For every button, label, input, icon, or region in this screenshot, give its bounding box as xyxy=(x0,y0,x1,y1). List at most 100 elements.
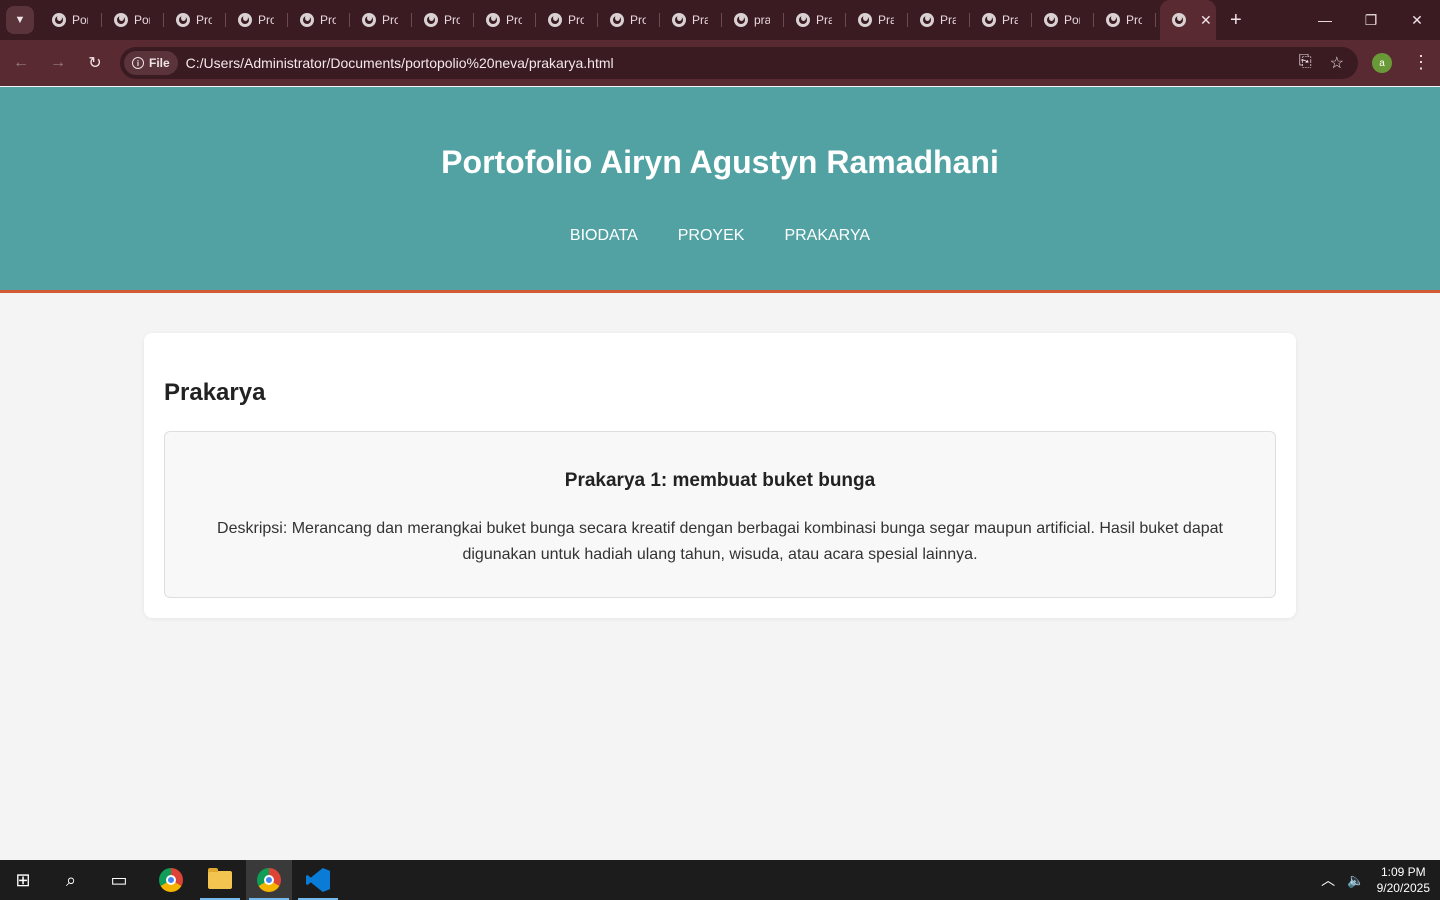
globe-icon xyxy=(858,13,872,27)
folder-icon xyxy=(208,868,232,889)
site-nav: BIODATA PROYEK PRAKARYA xyxy=(0,227,1440,245)
prakarya-item-card: Prakarya 1: membuat buket bunga Deskrips… xyxy=(164,431,1276,598)
nav-link-prakarya[interactable]: PRAKARYA xyxy=(784,227,870,245)
globe-icon xyxy=(300,13,314,27)
forward-arrow-icon[interactable]: → xyxy=(42,47,74,79)
tab-label: Pra xyxy=(940,13,956,27)
globe-icon xyxy=(1044,13,1058,27)
tab-label: Pro xyxy=(444,13,460,27)
browser-tab[interactable]: Pra xyxy=(846,0,908,40)
browser-tab[interactable]: Por xyxy=(102,0,164,40)
browser-tab[interactable]: Por xyxy=(1032,0,1094,40)
browser-tab[interactable]: Pra xyxy=(970,0,1032,40)
globe-icon xyxy=(610,13,624,27)
site-header: Portofolio Airyn Agustyn Ramadhani BIODA… xyxy=(0,87,1440,293)
browser-tab[interactable]: Pro xyxy=(1094,0,1156,40)
globe-icon xyxy=(52,13,66,27)
globe-icon xyxy=(1106,13,1120,27)
nav-link-proyek[interactable]: PROYEK xyxy=(678,227,745,245)
browser-tab[interactable]: Pro xyxy=(164,0,226,40)
start-button[interactable]: ⊞ xyxy=(0,860,46,900)
tab-search-button[interactable]: ▼ xyxy=(6,6,34,34)
site-info-chip[interactable]: i File xyxy=(124,51,178,75)
browser-tab[interactable]: Pro xyxy=(474,0,536,40)
browser-tab[interactable]: Pro xyxy=(536,0,598,40)
site-info-label: File xyxy=(149,56,170,70)
close-tab-icon[interactable]: ✕ xyxy=(1200,12,1212,29)
tab-label: Por xyxy=(134,13,150,27)
browser-tab[interactable]: Pro xyxy=(350,0,412,40)
tab-label: pra xyxy=(754,13,770,27)
globe-icon xyxy=(672,13,686,27)
tab-label: Pra xyxy=(878,13,894,27)
address-bar-actions: ⎘ ☆ xyxy=(1299,53,1344,73)
section-title: Prakarya xyxy=(164,379,266,406)
profile-avatar[interactable]: a xyxy=(1372,53,1392,73)
browser-tab-active[interactable]: ✕ xyxy=(1160,0,1216,40)
vscode-icon xyxy=(306,868,330,892)
browser-tab[interactable]: Por xyxy=(40,0,102,40)
browser-tab[interactable]: Pra xyxy=(784,0,846,40)
close-window-icon[interactable]: ✕ xyxy=(1394,0,1440,40)
window-controls: — ❐ ✕ xyxy=(1302,0,1440,40)
globe-icon xyxy=(1172,13,1186,27)
search-icon: ⌕ xyxy=(65,869,77,890)
back-arrow-icon[interactable]: ← xyxy=(5,47,37,79)
tab-label: Por xyxy=(1064,13,1080,27)
tab-label: Pra xyxy=(1002,13,1018,27)
browser-tab[interactable]: Pro xyxy=(412,0,474,40)
chrome-icon xyxy=(159,868,183,892)
tab-label: Pro xyxy=(630,13,646,27)
task-view-icon: ▭ xyxy=(110,869,128,890)
tab-label: Pro xyxy=(258,13,274,27)
translate-icon[interactable]: ⎘ xyxy=(1299,53,1312,73)
taskbar-chrome[interactable] xyxy=(148,860,194,900)
browser-tab[interactable]: Pra xyxy=(908,0,970,40)
browser-tab[interactable]: Pra xyxy=(660,0,722,40)
browser-tab[interactable]: Pro xyxy=(288,0,350,40)
minimize-icon[interactable]: — xyxy=(1302,0,1348,40)
reload-icon[interactable]: ↻ xyxy=(79,47,111,79)
new-tab-button[interactable]: + xyxy=(1230,9,1242,32)
globe-icon xyxy=(114,13,128,27)
chrome-icon xyxy=(257,868,281,892)
browser-tab-bar: ▼ Por Por Pro Pro Pro Pro Pro Pro Pro Pr… xyxy=(0,0,1440,40)
taskbar-vscode[interactable] xyxy=(295,860,341,900)
globe-icon xyxy=(982,13,996,27)
taskbar-file-explorer[interactable] xyxy=(197,860,243,900)
globe-icon xyxy=(734,13,748,27)
windows-logo-icon: ⊞ xyxy=(15,869,31,890)
bookmark-star-icon[interactable]: ☆ xyxy=(1330,53,1344,73)
globe-icon xyxy=(920,13,934,27)
url-text[interactable]: C:/Users/Administrator/Documents/portopo… xyxy=(186,55,614,71)
item-title: Prakarya 1: membuat buket bunga xyxy=(564,470,876,491)
taskbar-chrome-profile[interactable] xyxy=(246,860,292,900)
chevron-up-icon[interactable]: ︿ xyxy=(1321,870,1335,890)
tab-label: Pro xyxy=(320,13,336,27)
address-bar[interactable]: i File C:/Users/Administrator/Documents/… xyxy=(120,47,1358,79)
prakarya-section: Prakarya Prakarya 1: membuat buket bunga… xyxy=(144,333,1296,618)
item-description: Deskripsi: Merancang dan merangkai buket… xyxy=(217,520,1223,563)
browser-tab[interactable]: Pro xyxy=(226,0,288,40)
info-icon: i xyxy=(132,57,144,69)
globe-icon xyxy=(238,13,252,27)
clock-date: 9/20/2025 xyxy=(1376,881,1430,895)
tab-label: Pro xyxy=(568,13,584,27)
browser-tab[interactable]: pra xyxy=(722,0,784,40)
globe-icon xyxy=(362,13,376,27)
tab-label: Pra xyxy=(692,13,708,27)
clock-time: 1:09 PM xyxy=(1380,865,1426,879)
restore-icon[interactable]: ❐ xyxy=(1348,0,1394,40)
speaker-icon[interactable]: 🔈 xyxy=(1347,872,1364,889)
system-tray: ︿ 🔈 1:09 PM 9/20/2025 xyxy=(1321,860,1440,900)
kebab-menu-icon[interactable]: ⋮ xyxy=(1412,52,1430,73)
windows-taskbar: ⊞ ⌕ ▭ ︿ 🔈 1:09 PM 9/20/2025 xyxy=(0,860,1440,900)
tab-label: Pro xyxy=(196,13,212,27)
task-view-button[interactable]: ▭ xyxy=(96,860,142,900)
browser-tab[interactable]: Pro xyxy=(598,0,660,40)
globe-icon xyxy=(548,13,562,27)
search-button[interactable]: ⌕ xyxy=(48,860,94,900)
tab-label: Pra xyxy=(816,13,832,27)
clock[interactable]: 1:09 PM 9/20/2025 xyxy=(1377,864,1430,896)
nav-link-biodata[interactable]: BIODATA xyxy=(570,227,638,245)
